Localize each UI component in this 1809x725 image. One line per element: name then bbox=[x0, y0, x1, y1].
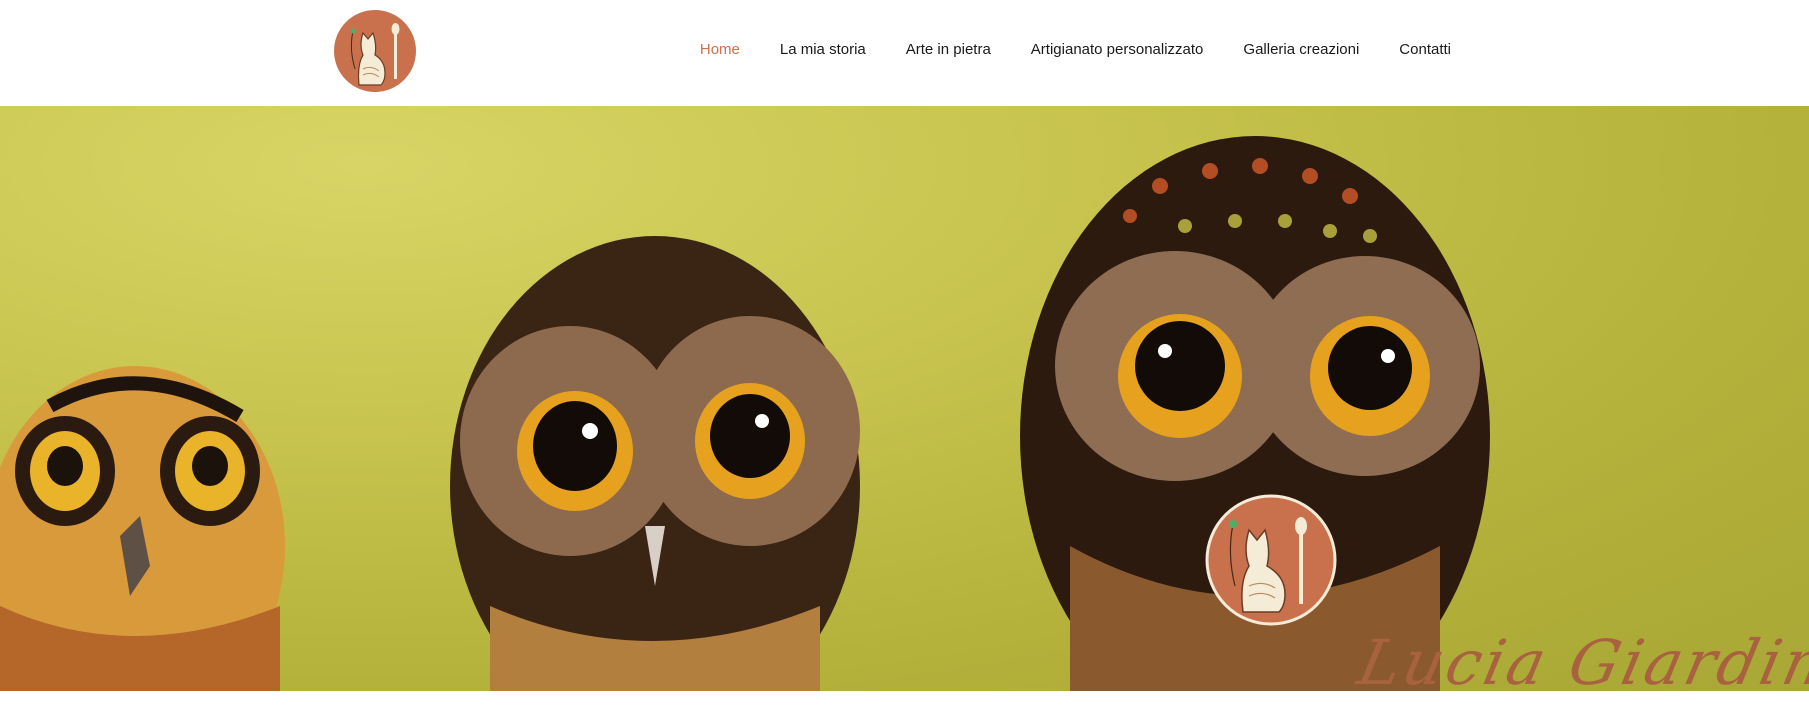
nav-artigianato-personalizzato[interactable]: Artigianato personalizzato bbox=[1011, 40, 1224, 60]
nav-galleria-creazioni[interactable]: Galleria creazioni bbox=[1223, 40, 1379, 60]
main-navigation: Home La mia storia Arte in pietra Artigi… bbox=[680, 40, 1451, 60]
nav-home[interactable]: Home bbox=[680, 40, 760, 60]
artist-signature: Lucia Giardina bbox=[1352, 626, 1809, 691]
site-logo[interactable] bbox=[333, 9, 417, 93]
cat-artist-logo-icon bbox=[334, 10, 416, 92]
nav-contatti[interactable]: Contatti bbox=[1379, 40, 1451, 60]
nav-arte-in-pietra[interactable]: Arte in pietra bbox=[886, 40, 1011, 60]
owl-stone-middle bbox=[450, 236, 860, 691]
hero-logo-badge bbox=[1205, 494, 1337, 626]
hero-banner: Lucia Giardina bbox=[0, 106, 1809, 691]
nav-la-mia-storia[interactable]: La mia storia bbox=[760, 40, 886, 60]
site-header: Home La mia storia Arte in pietra Artigi… bbox=[0, 0, 1809, 105]
owl-stone-left bbox=[0, 366, 285, 691]
